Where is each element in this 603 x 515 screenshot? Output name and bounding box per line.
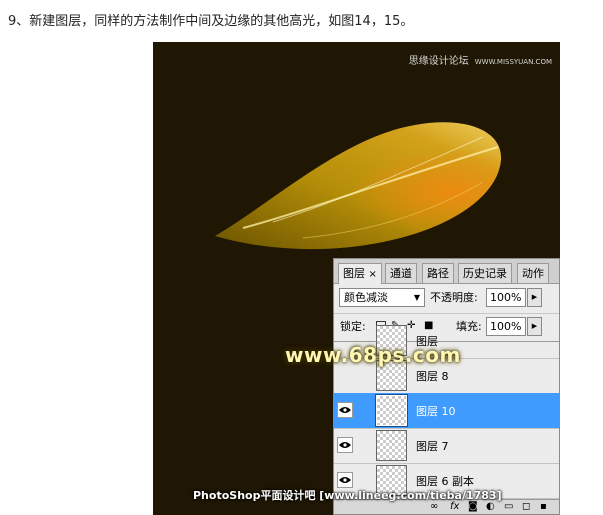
tab-paths-label: 路径 <box>427 267 449 280</box>
tab-layers[interactable]: 图层 × <box>338 263 382 284</box>
dropdown-arrow-icon: ▼ <box>413 293 420 302</box>
layer-thumbnail <box>376 430 407 461</box>
opacity-label: 不透明度: <box>430 291 478 304</box>
tab-paths[interactable]: 路径 <box>422 263 454 283</box>
watermark-top-text: 思缘设计论坛 <box>408 56 469 67</box>
layer-row[interactable]: 图层 7 <box>334 428 559 464</box>
opacity-slider-button[interactable]: ▶ <box>527 288 542 307</box>
visibility-eye-icon[interactable] <box>337 437 353 453</box>
blend-opacity-row: 颜色减淡 ▼ 不透明度: 100% ▶ <box>334 285 559 313</box>
trash-icon[interactable]: ▪ <box>540 501 547 513</box>
tab-channels-label: 通道 <box>390 267 412 280</box>
watermark-top: 思缘设计论坛 WWW.MISSYUAN.COM <box>409 52 552 67</box>
instruction-heading: 9、新建图层，同样的方法制作中间及边缘的其他高光，如图14，15。 <box>8 14 414 29</box>
watermark-top-url: WWW.MISSYUAN.COM <box>474 58 552 66</box>
tab-history-label: 历史记录 <box>463 267 507 280</box>
layer-name: 图层 7 <box>416 440 449 453</box>
blend-mode-select[interactable]: 颜色减淡 ▼ <box>339 288 425 307</box>
layer-name: 图层 8 <box>416 370 449 383</box>
layer-thumbnail <box>375 394 408 427</box>
watermark-tieba: PhotoShop平面设计吧 [www.lineeg.com/tieba/178… <box>193 489 502 502</box>
panel-tab-bar: 图层 × 通道 路径 历史记录 动作 <box>334 259 559 284</box>
opacity-input[interactable]: 100% <box>486 288 526 307</box>
tab-channels[interactable]: 通道 <box>385 263 417 283</box>
folder-icon[interactable]: ▭ <box>504 501 513 513</box>
tab-actions-label: 动作 <box>522 267 544 280</box>
visibility-eye-icon[interactable] <box>337 402 353 418</box>
blend-mode-value: 颜色减淡 <box>344 291 388 304</box>
close-icon[interactable]: × <box>369 269 377 280</box>
layer-name: 图层 10 <box>416 405 456 418</box>
tab-actions[interactable]: 动作 <box>517 263 549 283</box>
visibility-eye-icon[interactable] <box>337 472 353 488</box>
tab-layers-label: 图层 <box>343 267 365 280</box>
layers-panel: 图层 × 通道 路径 历史记录 动作 颜色减淡 ▼ 不透明度: 100% ▶ 锁… <box>333 258 560 515</box>
watermark-68ps: www.68ps.com <box>285 343 461 367</box>
tab-history[interactable]: 历史记录 <box>458 263 512 283</box>
new-layer-icon[interactable]: ◻ <box>522 501 530 513</box>
layer-row-selected[interactable]: 图层 10 <box>334 393 559 429</box>
